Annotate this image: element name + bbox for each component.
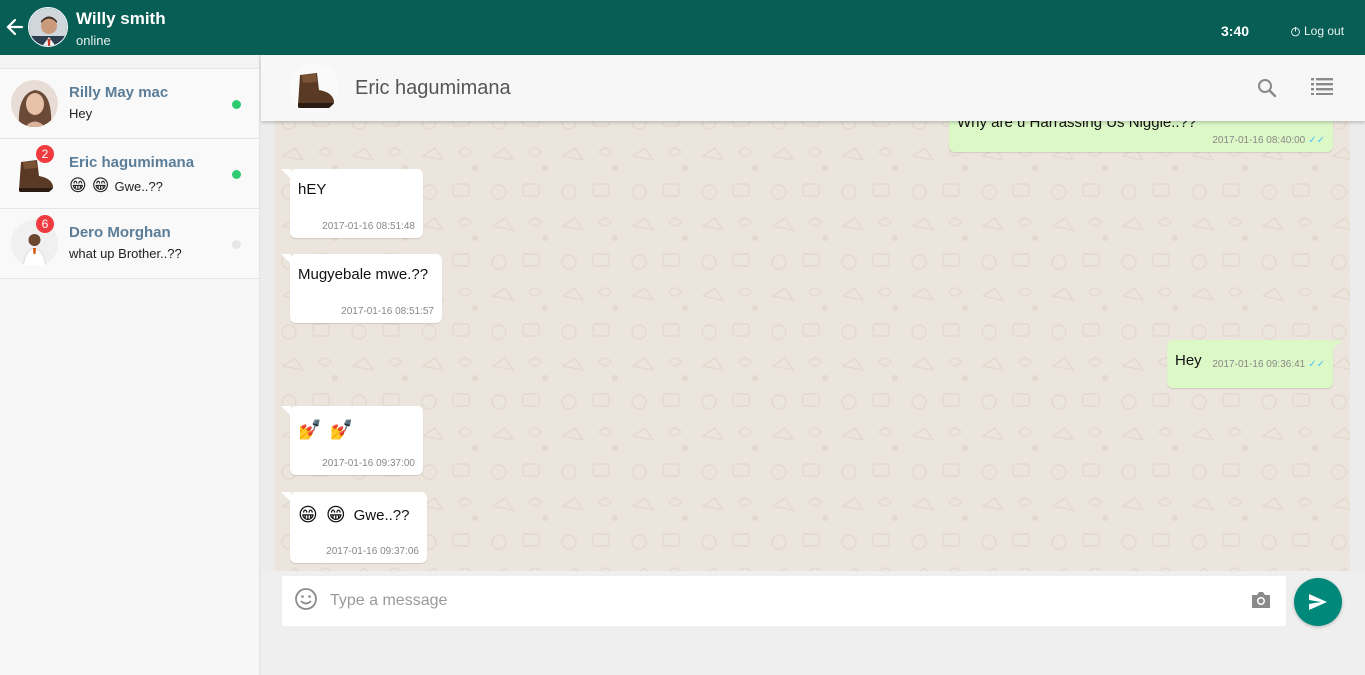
search-icon[interactable] <box>1257 78 1277 103</box>
message-incoming[interactable]: hEY 2017-01-16 08:51:48 <box>281 169 423 238</box>
contact-name: Rilly May mac <box>69 84 169 101</box>
chat-title: Eric hagumimana <box>355 77 511 99</box>
chat-header: Eric hagumimana <box>261 55 1365 121</box>
message-text-body: Gwe..?? <box>353 507 410 524</box>
power-icon <box>1291 26 1300 36</box>
smiley-icon[interactable] <box>294 587 318 616</box>
online-indicator <box>232 100 241 109</box>
message-time: 2017-01-16 08:40:00 ✓✓ <box>1212 135 1325 146</box>
contact-last-message-text: Gwe..?? <box>114 178 163 194</box>
clock: 3:40 <box>1221 23 1250 39</box>
message-composer <box>282 576 1286 626</box>
message-input[interactable] <box>330 585 1230 617</box>
grinning-emoji-icon: 😁 <box>69 176 87 195</box>
message-text: hEY <box>298 181 327 198</box>
user-status: online <box>76 33 111 48</box>
read-ticks-icon: ✓✓ <box>1308 135 1325 146</box>
camera-icon[interactable] <box>1250 590 1272 615</box>
contact-item-eric[interactable]: 2 Eric hagumimana 😁 😁 Gwe..?? <box>0 139 259 209</box>
grinning-emoji-icon: 😁 <box>298 505 318 526</box>
offline-indicator <box>232 240 241 249</box>
contact-item-rilly[interactable]: Rilly May mac Hey <box>0 69 259 139</box>
chat-contact-avatar[interactable] <box>289 63 339 113</box>
nail-polish-emoji-icon: 💅 <box>329 420 354 441</box>
contact-last-message: what up Brother..?? <box>69 246 182 261</box>
user-name: Willy smith <box>76 9 166 28</box>
contact-item-dero[interactable]: 6 Dero Morghan what up Brother..?? <box>0 209 259 279</box>
contact-list-divider <box>0 55 259 69</box>
read-ticks-icon: ✓✓ <box>1308 359 1325 370</box>
logout-label: Log out <box>1304 24 1345 38</box>
message-time: 2017-01-16 09:37:00 <box>322 458 415 469</box>
send-icon <box>1309 594 1327 610</box>
message-time: 2017-01-16 09:36:41 ✓✓ <box>1212 359 1325 370</box>
message-text: 💅 💅 <box>298 418 353 442</box>
message-text: 😁 😁 Gwe..?? <box>298 504 410 527</box>
contact-last-message: Hey <box>69 106 92 121</box>
user-avatar[interactable] <box>28 7 68 47</box>
logout-button[interactable]: Log out <box>1290 24 1344 38</box>
contact-avatar <box>11 80 58 127</box>
message-time: 2017-01-16 08:51:48 <box>322 221 415 232</box>
message-incoming[interactable]: Mugyebale mwe.?? 2017-01-16 08:51:57 <box>281 254 442 323</box>
app-header: Willy smith online 3:40 Log out <box>0 0 1365 55</box>
back-arrow-icon[interactable] <box>4 14 26 40</box>
contact-last-message-text: Hey <box>69 106 93 121</box>
contact-last-message-text: what up Brother..?? <box>69 246 182 261</box>
message-text: Hey <box>1175 352 1202 369</box>
message-text: Mugyebale mwe.?? <box>298 266 429 283</box>
contact-name: Eric hagumimana <box>69 154 195 171</box>
message-pane[interactable]: Why are u Harrassing Us Niggie..?? 2017-… <box>275 106 1350 571</box>
unread-badge: 2 <box>36 145 54 163</box>
grinning-emoji-icon: 😁 <box>325 505 346 526</box>
list-icon[interactable] <box>1311 77 1333 100</box>
online-indicator <box>232 170 241 179</box>
message-incoming[interactable]: 💅 💅 2017-01-16 09:37:00 <box>281 406 423 475</box>
contact-list: Rilly May mac Hey 2 Eric hagumimana 😁 😁 … <box>0 55 260 675</box>
grinning-emoji-icon: 😁 <box>91 176 110 195</box>
send-button[interactable] <box>1294 578 1342 626</box>
message-incoming[interactable]: 😁 😁 Gwe..?? 2017-01-16 09:37:06 <box>281 492 427 563</box>
unread-badge: 6 <box>36 215 54 233</box>
nail-polish-emoji-icon: 💅 <box>298 420 322 441</box>
message-time: 2017-01-16 08:51:57 <box>341 306 434 317</box>
contact-last-message: 😁 😁 Gwe..?? <box>69 176 163 196</box>
contact-name: Dero Morghan <box>69 224 171 241</box>
chat-wallpaper <box>275 106 1350 571</box>
message-outgoing[interactable]: Hey 2017-01-16 09:36:41 ✓✓ <box>1167 340 1342 388</box>
message-time: 2017-01-16 09:37:06 <box>326 546 419 557</box>
